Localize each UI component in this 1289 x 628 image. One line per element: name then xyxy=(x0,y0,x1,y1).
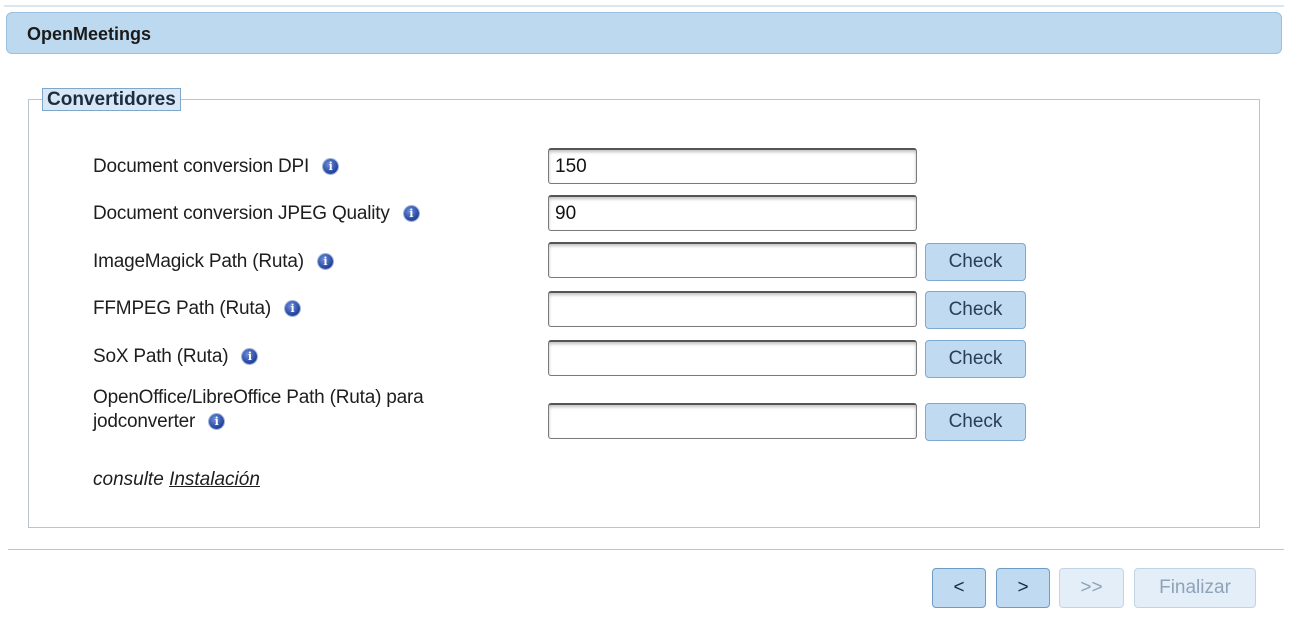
sox-label-text: SoX Path (Ruta) xyxy=(93,346,229,367)
installation-link[interactable]: Instalación xyxy=(169,469,260,490)
openoffice-label-line1: OpenOffice/LibreOffice Path (Ruta) para xyxy=(93,387,424,408)
jpeg-quality-label: Document conversion JPEG Quality i xyxy=(93,202,419,226)
jpeg-quality-label-text: Document conversion JPEG Quality xyxy=(93,203,390,224)
installer-page: OpenMeetings Convertidores Document conv… xyxy=(0,0,1289,628)
imagemagick-check-button[interactable]: Check xyxy=(925,243,1026,281)
jpeg-quality-input[interactable] xyxy=(548,195,917,231)
top-divider xyxy=(4,5,1284,7)
header-bar: OpenMeetings xyxy=(6,12,1282,54)
prev-button[interactable]: < xyxy=(932,568,986,608)
imagemagick-label-text: ImageMagick Path (Ruta) xyxy=(93,251,304,272)
info-icon[interactable]: i xyxy=(209,414,225,429)
consult-prefix: consulte xyxy=(93,469,164,490)
openoffice-label: OpenOffice/LibreOffice Path (Ruta) para … xyxy=(93,386,424,434)
openoffice-label-line2: jodconverter xyxy=(93,411,196,432)
ffmpeg-path-input[interactable] xyxy=(548,291,917,327)
info-icon[interactable]: i xyxy=(242,349,258,364)
sox-check-button[interactable]: Check xyxy=(925,340,1026,378)
app-title: OpenMeetings xyxy=(27,24,152,44)
ffmpeg-check-button[interactable]: Check xyxy=(925,291,1026,329)
info-icon[interactable]: i xyxy=(323,159,339,174)
sox-label: SoX Path (Ruta) i xyxy=(93,345,258,369)
next-button[interactable]: > xyxy=(996,568,1050,608)
openoffice-path-input[interactable] xyxy=(548,403,917,439)
dpi-label-text: Document conversion DPI xyxy=(93,156,310,177)
imagemagick-label: ImageMagick Path (Ruta) i xyxy=(93,250,333,274)
dpi-input[interactable] xyxy=(548,148,917,184)
dpi-label: Document conversion DPI i xyxy=(93,155,339,179)
ffmpeg-label: FFMPEG Path (Ruta) i xyxy=(93,297,300,321)
consult-note: consulte Instalación xyxy=(93,469,260,491)
info-icon[interactable]: i xyxy=(317,254,333,269)
finish-button[interactable]: Finalizar xyxy=(1134,568,1256,608)
fieldset-legend: Convertidores xyxy=(42,88,181,111)
ffmpeg-label-text: FFMPEG Path (Ruta) xyxy=(93,298,271,319)
last-button[interactable]: >> xyxy=(1059,568,1124,608)
sox-path-input[interactable] xyxy=(548,340,917,376)
openoffice-check-button[interactable]: Check xyxy=(925,403,1026,441)
imagemagick-path-input[interactable] xyxy=(548,242,917,278)
info-icon[interactable]: i xyxy=(403,206,419,221)
footer-divider xyxy=(8,549,1284,550)
info-icon[interactable]: i xyxy=(285,301,300,316)
